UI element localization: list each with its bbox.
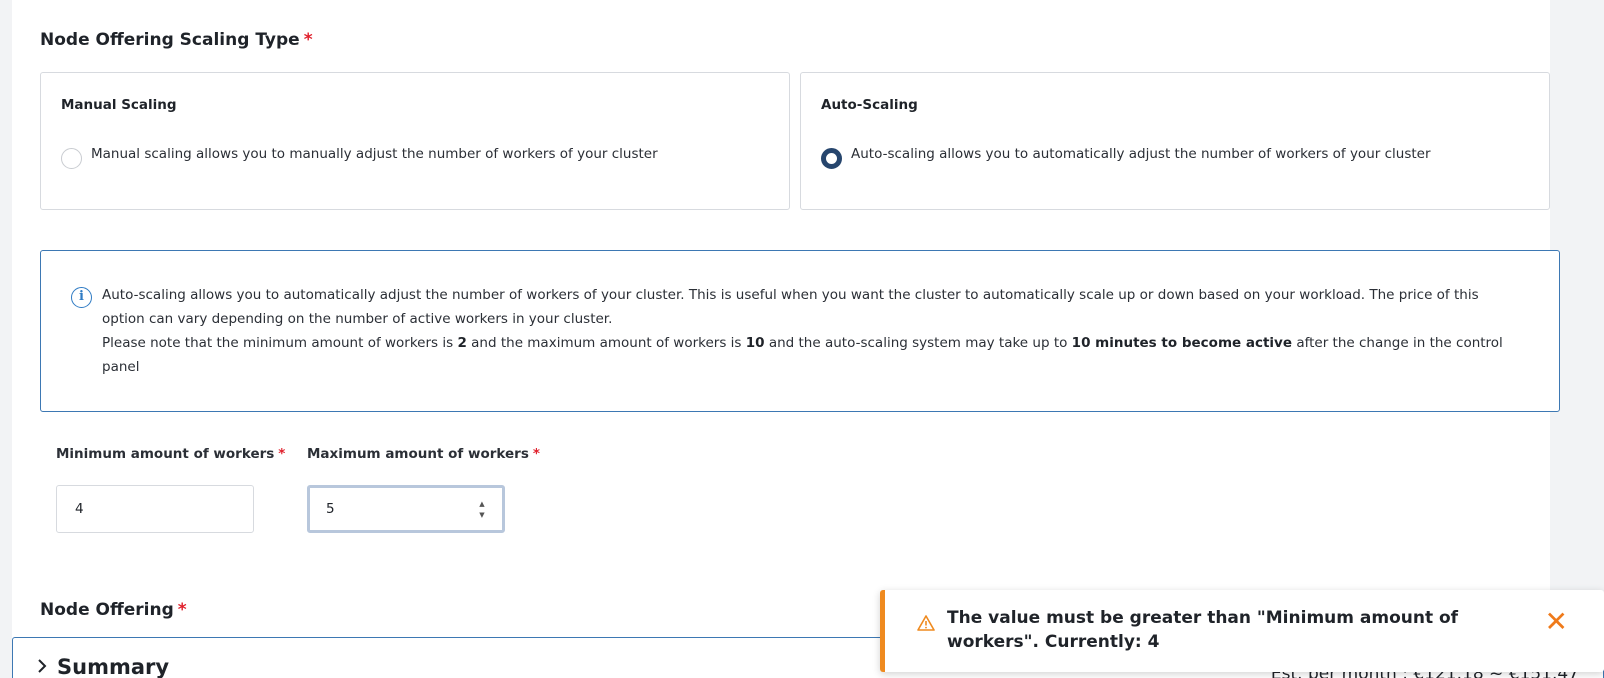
node-offering-title-text: Node Offering xyxy=(40,600,174,620)
info-min-value: 2 xyxy=(457,335,467,351)
scaling-type-title-text: Node Offering Scaling Type xyxy=(40,30,300,50)
scaling-type-title: Node Offering Scaling Type * xyxy=(40,30,313,50)
validation-toast: The value must be greater than "Minimum … xyxy=(880,590,1604,672)
auto-scaling-info-box: i Auto-scaling allows you to automatical… xyxy=(40,250,1560,412)
max-workers-label-text: Maximum amount of workers xyxy=(307,446,529,462)
spinner-down-icon[interactable]: ▼ xyxy=(479,511,484,520)
required-mark: * xyxy=(177,600,187,620)
max-workers-value: 5 xyxy=(326,501,335,517)
min-workers-value: 4 xyxy=(75,501,84,517)
min-workers-label-text: Minimum amount of workers xyxy=(56,446,275,462)
auto-scaling-description: Auto-scaling allows you to automatically… xyxy=(851,146,1431,162)
min-workers-input[interactable]: 4 xyxy=(56,485,254,533)
info-text-line1: Auto-scaling allows you to automatically… xyxy=(102,287,1479,327)
spinner-up-icon[interactable]: ▲ xyxy=(479,500,484,509)
warning-icon xyxy=(917,614,935,632)
toast-message: The value must be greater than "Minimum … xyxy=(947,608,1459,652)
required-mark: * xyxy=(532,446,540,462)
summary-title: Summary xyxy=(57,655,170,678)
manual-scaling-card[interactable]: Manual Scaling Manual scaling allows you… xyxy=(40,72,790,210)
node-offering-title: Node Offering * xyxy=(40,600,187,620)
max-workers-input[interactable]: 5 ▲ ▼ xyxy=(307,485,505,533)
info-text-line2c: and the auto-scaling system may take up … xyxy=(764,335,1072,351)
info-text-line2b: and the maximum amount of workers is xyxy=(466,335,746,351)
auto-scaling-radio[interactable] xyxy=(821,148,842,169)
chevron-right-icon[interactable] xyxy=(37,658,47,678)
required-mark: * xyxy=(278,446,286,462)
auto-scaling-card[interactable]: Auto-Scaling Auto-scaling allows you to … xyxy=(800,72,1550,210)
min-workers-label: Minimum amount of workers * xyxy=(56,446,285,462)
manual-scaling-radio[interactable] xyxy=(61,148,82,169)
auto-scaling-title: Auto-Scaling xyxy=(821,97,918,113)
info-icon: i xyxy=(71,287,92,308)
manual-scaling-title: Manual Scaling xyxy=(61,97,177,113)
required-mark: * xyxy=(303,30,313,50)
number-spinner[interactable]: ▲ ▼ xyxy=(476,500,488,520)
info-time-text: 10 minutes to become active xyxy=(1071,335,1293,351)
info-text-line2a: Please note that the minimum amount of w… xyxy=(102,335,458,351)
close-icon[interactable]: ✕ xyxy=(1545,608,1568,636)
max-workers-label: Maximum amount of workers * xyxy=(307,446,540,462)
info-max-value: 10 xyxy=(745,335,765,351)
info-text: Auto-scaling allows you to automatically… xyxy=(102,283,1522,379)
manual-scaling-description: Manual scaling allows you to manually ad… xyxy=(91,146,658,162)
